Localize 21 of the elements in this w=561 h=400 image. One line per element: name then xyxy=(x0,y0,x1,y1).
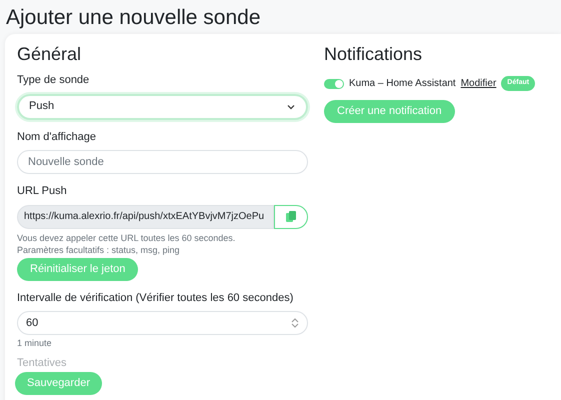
name-input[interactable]: Nouvelle sonde xyxy=(17,150,308,174)
field-label: URL Push xyxy=(17,184,67,199)
page-title: Ajouter une nouvelle sonde xyxy=(5,5,261,31)
field-label: Nom d'affichage xyxy=(17,130,96,144)
section-heading: Général xyxy=(17,43,82,66)
notification-name: Kuma – Home Assistant xyxy=(349,77,456,91)
field-label: Intervalle de vérification (Vérifier toutes les 60 secondes) xyxy=(17,290,294,306)
field-label: Tentatives xyxy=(17,356,67,370)
help-text: Vous devez appeler cette URL toutes les 60 secondes. xyxy=(17,232,236,244)
help-text: 1 minute xyxy=(17,337,52,350)
edit-link[interactable]: Modifier xyxy=(460,76,496,91)
interval-input[interactable]: 60 xyxy=(17,311,308,335)
toggle-switch[interactable] xyxy=(324,78,344,88)
field-label: Type de sonde xyxy=(17,73,90,88)
spinner-icon xyxy=(291,318,299,328)
type-select[interactable]: Push xyxy=(17,94,308,120)
copy-icon xyxy=(286,211,296,222)
copy-button[interactable] xyxy=(274,204,308,228)
help-text: Paramètres facultatifs : status, msg, ping xyxy=(17,244,180,256)
section-heading: Notifications xyxy=(324,43,422,66)
url-field[interactable]: https://kuma.alexrio.fr/api/push/xtxEAtYBvjvM7jzOePu xyxy=(17,204,274,228)
